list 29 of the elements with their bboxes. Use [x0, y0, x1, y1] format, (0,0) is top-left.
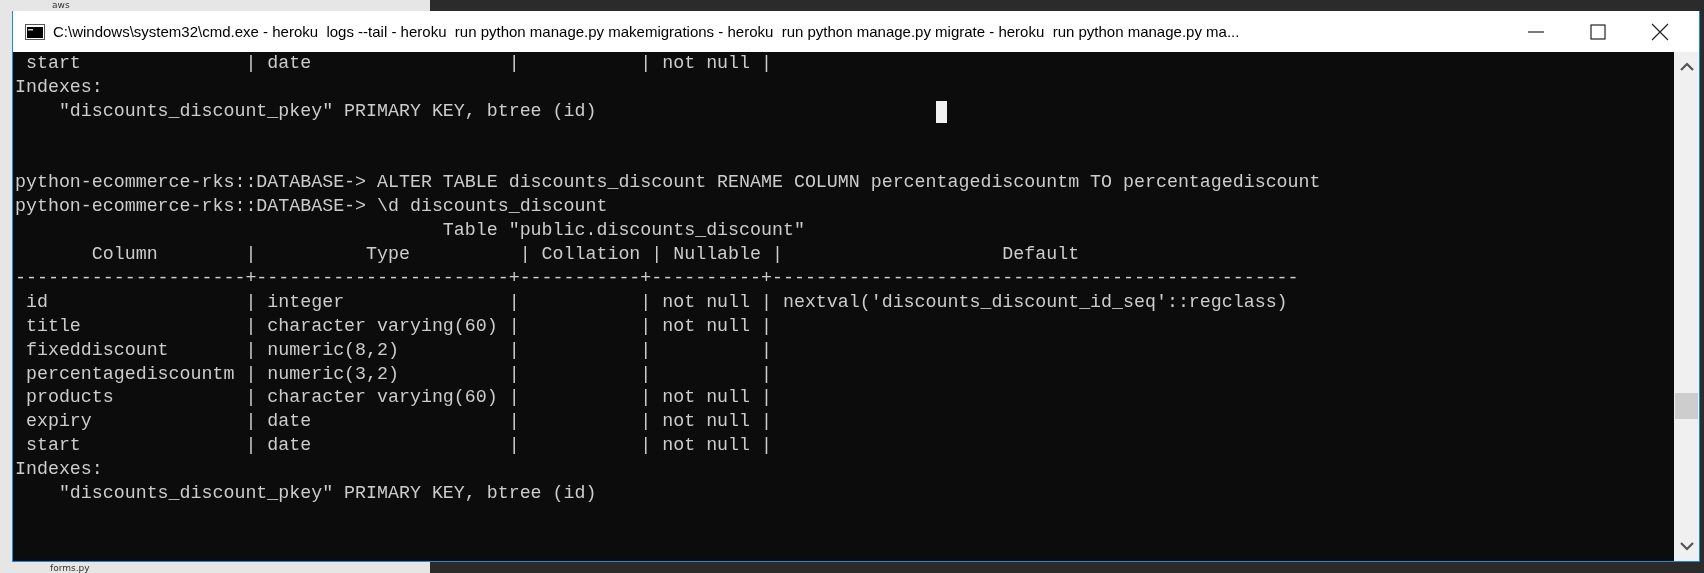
text-cursor	[936, 101, 947, 123]
maximize-icon	[1588, 21, 1608, 42]
console-line: "discounts_discount_pkey" PRIMARY KEY, btree (id)	[57, 482, 598, 506]
table-rule: ---------------------+-----------------------+-----------+----------+------------------------------------------------	[15, 267, 1300, 291]
close-icon	[1650, 21, 1670, 42]
table-title: Table "public.discounts_discount"	[441, 219, 806, 243]
scroll-down-icon[interactable]	[1679, 542, 1694, 551]
table-row-text: products | character varying(60) | | not null |	[24, 386, 773, 410]
minimize-icon	[1528, 30, 1544, 33]
scroll-up-icon[interactable]	[1679, 62, 1694, 71]
table-row-text: start | date | | not null |	[24, 434, 773, 458]
console-line: start | date | | not null |	[24, 52, 772, 75]
file-label: aws	[52, 0, 70, 10]
console-line: Indexes:	[15, 458, 104, 482]
console-line: Indexes:	[15, 75, 103, 99]
terminal-icon	[25, 23, 45, 40]
scroll-thumb[interactable]	[1675, 393, 1698, 419]
file-label: forms.py	[50, 563, 90, 573]
window-title: C:\windows\system32\cmd.exe - heroku logs --tail - heroku run python manage.py makemigrations - heroku run python manage.py migrate - heroku run python manage.py ma...	[53, 23, 1241, 40]
table-row-text: expiry | date | | not null |	[24, 410, 773, 434]
scrollbar[interactable]	[1674, 52, 1699, 561]
table-header: Column | Type | Collation | Nullable | Default	[90, 243, 1081, 267]
command-line: python-ecommerce-rks::DATABASE-> ALTER TABLE discounts_discount RENAME COLUMN percentagediscountm TO percentagediscount	[15, 171, 1322, 195]
table-row-text: fixeddiscount | numeric(8,2) | | |	[24, 338, 773, 362]
table-row-text: percentagediscountm | numeric(3,2) | | |	[24, 362, 773, 386]
table-row-text: id | integer | | not null | nextval('discounts_discount_id_seq'::regclass)	[24, 290, 1289, 314]
table-row-text: title | character varying(60) | | not null |	[24, 314, 773, 338]
console-line: "discounts_discount_pkey" PRIMARY KEY, btree (id)	[57, 99, 597, 123]
command-line: python-ecommerce-rks::DATABASE-> \d discounts_discount	[15, 195, 609, 219]
